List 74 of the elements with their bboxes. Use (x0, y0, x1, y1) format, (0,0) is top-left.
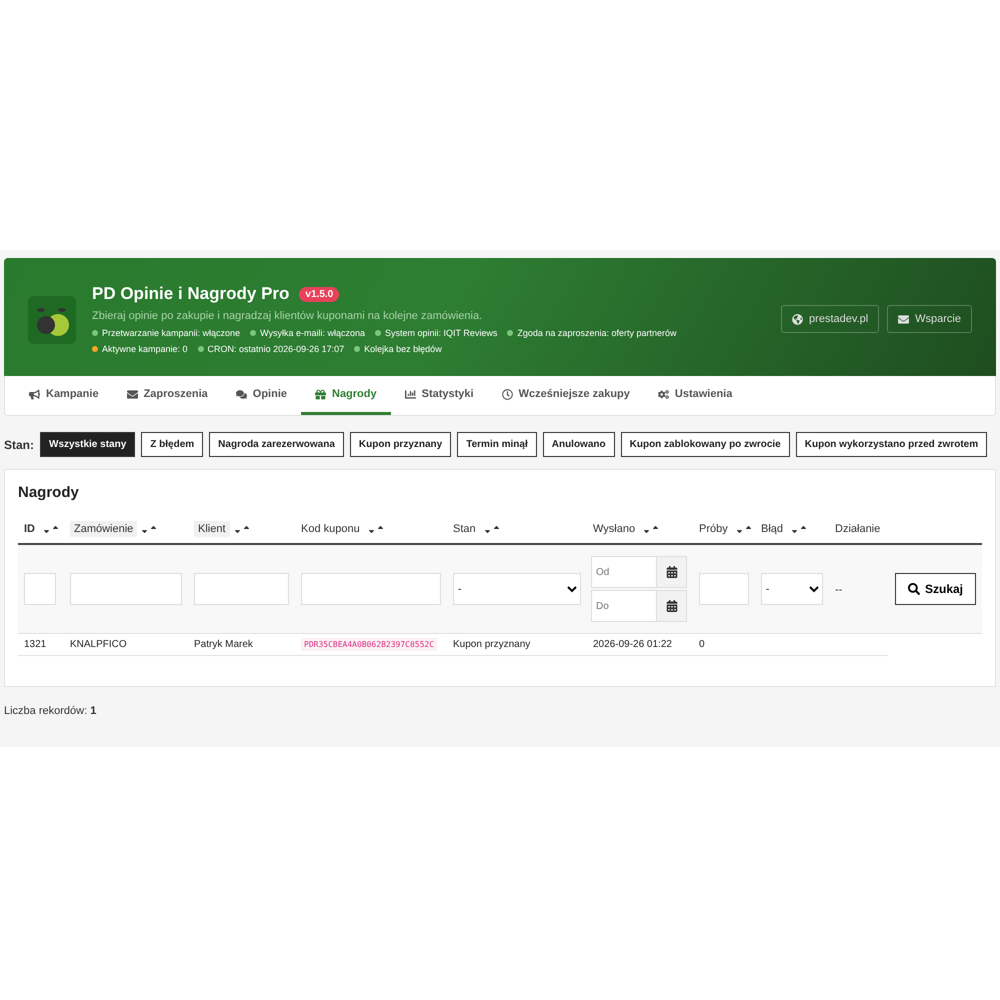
header-link-button[interactable]: Wsparcie (887, 305, 972, 333)
state-filter-button[interactable]: Wszystkie stany (40, 432, 136, 457)
table-cell-text: Patryk Marek (193, 639, 254, 650)
sort-icon[interactable] (734, 524, 753, 534)
column-header[interactable]: Stan (453, 521, 480, 537)
megaphone-icon (29, 388, 40, 400)
sort-icon[interactable] (790, 524, 808, 534)
filter-input[interactable] (699, 573, 749, 605)
filter-input[interactable] (301, 573, 441, 605)
nav-tab[interactable]: Wcześniejsze zakupy (488, 376, 644, 415)
state-filter-button[interactable]: Z błędem (141, 432, 204, 457)
filter-select[interactable]: - (453, 573, 581, 605)
app-subtitle: Zbieraj opinie po zakupie i nagradzaj klientów kuponami na kolejne zamówienia. (92, 310, 484, 322)
nav-tab[interactable]: Statystyki (390, 376, 488, 415)
sort-icon[interactable] (366, 524, 385, 534)
logo-icon (28, 296, 76, 344)
panel-title: Nagrody (18, 484, 80, 501)
status-text: Zgoda na zaproszenia: oferty partnerów (517, 328, 676, 338)
status-text: Kolejka bez błędów (364, 344, 442, 354)
nav-tab[interactable]: Kampanie (15, 376, 113, 415)
column-header[interactable]: Kod kuponu (301, 521, 364, 537)
sort-icon[interactable] (140, 524, 158, 534)
column-header[interactable]: ID (24, 521, 39, 537)
table-cell-text: Kupon przyznany (452, 639, 532, 650)
coupon-code: PDR35CBEA4A0B062B2397C8552C (301, 638, 438, 651)
nav-tab[interactable]: Nagrody (301, 376, 391, 415)
search-button[interactable]: Szukaj (895, 573, 976, 605)
globe-icon (792, 314, 804, 324)
filter-input[interactable] (70, 573, 182, 605)
sort-icon[interactable] (642, 524, 660, 534)
search-icon (908, 583, 920, 595)
settings-icon (658, 388, 669, 400)
record-count: Liczba rekordów: 1 (4, 705, 98, 717)
state-filter-button[interactable]: Nagroda zarezerwowana (209, 432, 344, 457)
column-header[interactable]: Wysłano (593, 521, 640, 537)
table-cell-text: 0 (698, 639, 706, 650)
nav-tab[interactable]: Opinie (222, 376, 301, 415)
state-filter-button[interactable]: Kupon zablokowany po zwrocie (620, 432, 790, 457)
gift-icon (315, 388, 326, 400)
column-header[interactable]: Klient (194, 521, 230, 537)
filter-input[interactable] (194, 573, 289, 605)
envelope-icon (126, 388, 138, 400)
table-cell-text: KNALPFICO (69, 639, 128, 650)
sort-icon[interactable] (232, 524, 251, 534)
status-text: System opinii: IQIT Reviews (385, 328, 498, 338)
table-cell-text: 1321 (23, 639, 48, 650)
status-text: Wysyłka e-maili: włączona (260, 328, 366, 338)
version-badge: v1.5.0 (299, 286, 340, 302)
state-filter-button[interactable]: Termin minął (457, 432, 537, 457)
table-cell-text: 2026-09-26 01:22 (592, 639, 673, 650)
header-link-button[interactable]: prestadev.pl (781, 305, 880, 333)
envelope-icon (898, 314, 910, 324)
column-header[interactable]: Błąd (761, 521, 788, 537)
state-filter-button[interactable]: Anulowano (542, 432, 615, 457)
bar-chart-icon (404, 388, 416, 400)
status-text: CRON: ostatnio 2026-09-26 17:07 (208, 344, 344, 354)
filter-label: Stan: (4, 438, 34, 452)
nav-tab[interactable]: Ustawienia (644, 376, 746, 415)
state-filter-button[interactable]: Kupon wykorzystano przed zwrotem (796, 432, 988, 457)
column-header[interactable]: Działanie (835, 521, 884, 537)
sort-icon[interactable] (42, 524, 60, 534)
empty-filter-text: -- (835, 584, 842, 596)
sort-icon[interactable] (482, 524, 501, 534)
filter-select[interactable]: - (761, 573, 823, 605)
chat-bubbles-icon (236, 388, 247, 400)
status-text: Aktywne kampanie: 0 (102, 344, 188, 354)
column-header[interactable]: Zamówienie (70, 521, 138, 537)
app-title: PD Opinie i Nagrody Pro (92, 284, 290, 304)
filter-input[interactable] (24, 573, 56, 605)
clock-icon (502, 388, 513, 400)
state-filter-button[interactable]: Kupon przyznany (350, 432, 452, 457)
nav-tab[interactable]: Zaproszenia (112, 376, 222, 415)
status-text: Przetwarzanie kampanii: włączone (102, 328, 240, 338)
column-header[interactable]: Próby (699, 521, 732, 537)
